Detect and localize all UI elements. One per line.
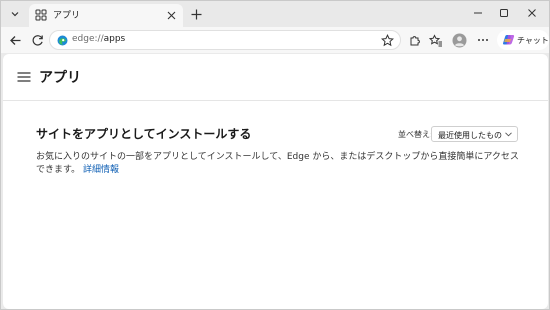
back-button[interactable]: [6, 31, 24, 49]
favorites-icon: [429, 33, 442, 46]
tab-actions-button[interactable]: [5, 5, 25, 23]
sort-dropdown[interactable]: 最近使用したもの: [431, 126, 518, 142]
back-icon: [9, 35, 20, 45]
copilot-label: チャット: [517, 36, 549, 45]
address-bar[interactable]: edge://apps: [49, 30, 401, 50]
more-icon: [478, 39, 488, 41]
details-link[interactable]: 詳細情報: [83, 165, 119, 175]
refresh-button[interactable]: [28, 31, 46, 49]
favorites-button[interactable]: [427, 31, 445, 49]
tab-bar: アプリ: [1, 1, 549, 27]
profile-button[interactable]: [450, 31, 468, 49]
new-tab-button[interactable]: [188, 6, 204, 22]
copilot-button[interactable]: チャット: [497, 30, 549, 50]
toolbar: edge://apps チャット: [1, 27, 549, 53]
close-icon: [167, 11, 175, 19]
section-title: サイトをアプリとしてインストールする: [36, 127, 252, 141]
page-content: アプリ サイトをアプリとしてインストールする 並べ替え: 最近使用したもの お気…: [3, 54, 548, 309]
window-close-icon: [528, 9, 536, 17]
minimize-icon: [474, 12, 482, 14]
profile-icon: [452, 33, 466, 47]
browser-window: アプリ edge://apps チャット アプリ サイトをアプリとしてインストー…: [0, 0, 550, 310]
apps-icon: [35, 9, 47, 21]
edge-icon: [57, 35, 68, 46]
star-icon[interactable]: [381, 34, 394, 47]
url-text: edge://apps: [72, 34, 125, 44]
refresh-icon: [32, 34, 43, 45]
maximize-button[interactable]: [491, 4, 517, 22]
copilot-icon: [503, 35, 515, 45]
url-path: apps: [103, 34, 126, 44]
chevron-down-icon: [505, 132, 512, 137]
sort-label: 並べ替え:: [398, 130, 433, 139]
tab-actions-icon: [11, 12, 19, 17]
extensions-button[interactable]: [405, 31, 423, 49]
page-header: アプリ: [3, 54, 548, 101]
window-close-button[interactable]: [519, 4, 545, 22]
more-button[interactable]: [474, 31, 492, 49]
sort-value: 最近使用したもの: [438, 131, 502, 140]
minimize-button[interactable]: [465, 4, 491, 22]
hamburger-icon[interactable]: [17, 71, 31, 83]
page-title: アプリ: [39, 70, 81, 86]
tab-apps[interactable]: アプリ: [29, 4, 183, 27]
description-text: お気に入りのサイトの一部をアプリとしてインストールして、Edge から、またはデ…: [36, 151, 526, 177]
extensions-icon: [410, 35, 420, 45]
maximize-icon: [500, 9, 508, 17]
plus-icon: [191, 9, 201, 19]
url-scheme: edge://: [72, 34, 104, 44]
tab-close-button[interactable]: [165, 9, 177, 21]
tab-title: アプリ: [53, 11, 81, 21]
